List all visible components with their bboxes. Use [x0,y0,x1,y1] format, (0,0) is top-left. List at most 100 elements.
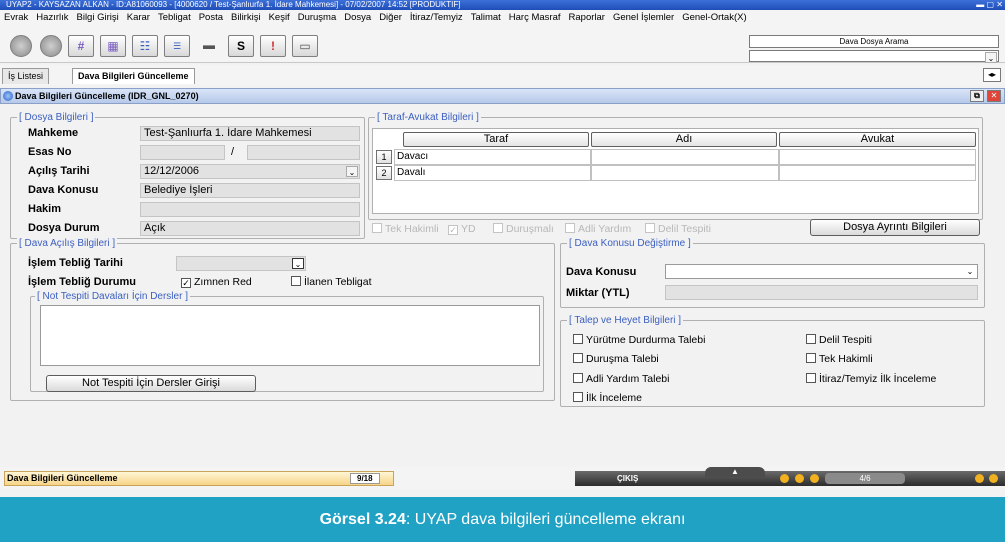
calculator-icon[interactable]: # [68,35,94,57]
navigation-bar: ÇIKIŞ ▲ 4/6 [575,467,1005,486]
degistirme-konu-select[interactable]: ⌄ [665,264,978,279]
esas-number-field[interactable] [247,145,360,160]
checkmark-icon: ✓ [181,278,191,288]
checkbox-icon [565,223,575,233]
exit-button[interactable]: ÇIKIŞ [617,471,638,486]
column-header-adi[interactable]: Adı [591,132,777,147]
tek-hakimli-checkbox[interactable]: Tek Hakimli [372,223,439,235]
esas-separator: / [231,146,235,158]
dosya-durum-field[interactable]: Açık [140,221,360,236]
record-icon[interactable] [10,35,32,57]
ilk-inceleme-checkbox[interactable]: İlk İnceleme [573,392,642,404]
status-page-indicator: 9/18 [350,473,380,484]
folder-icon[interactable]: ▬ [196,35,222,57]
table-cell-adi[interactable] [591,165,779,181]
settings-icon[interactable] [810,474,819,483]
table-cell-adi[interactable] [591,149,779,165]
menu-itiraz-temyiz[interactable]: İtiraz/Temyiz [406,10,467,25]
tab-is-listesi[interactable]: İş Listesi [2,68,50,84]
menu-raporlar[interactable]: Raporlar [565,10,609,25]
itiraz-temyiz-checkbox[interactable]: İtiraz/Temyiz İlk İnceleme [806,373,936,385]
checkbox-icon [372,223,382,233]
menu-karar[interactable]: Karar [123,10,154,25]
menu-diger[interactable]: Diğer [375,10,406,25]
menu-posta[interactable]: Posta [195,10,227,25]
play-icon[interactable] [780,474,789,483]
islem-teblig-durumu-label: İşlem Tebliğ Durumu [28,276,136,288]
ilanen-tebligat-label: İlanen Tebligat [304,276,372,288]
tek-hakimli-label: Tek Hakimli [385,223,439,235]
menu-talimat[interactable]: Talimat [467,10,505,25]
ilanen-tebligat-checkbox[interactable]: İlanen Tebligat [291,276,372,288]
table-cell-avukat[interactable] [779,149,976,165]
window-controls[interactable]: ▬ ▢ ✕ [976,0,1003,10]
miktar-field[interactable] [665,285,978,300]
table-row[interactable]: Davacı [394,149,591,165]
column-header-taraf[interactable]: Taraf [403,132,589,147]
islem-teblig-tarihi-field[interactable]: ⌄ [176,256,306,271]
case-search-box[interactable]: Dava Dosya Arama [749,35,999,48]
status-current-screen[interactable]: Dava Bilgileri Güncelleme 9/18 [4,471,394,486]
esas-year-field[interactable] [140,145,225,160]
menu-genel-islemler[interactable]: Genel İşlemler [609,10,678,25]
next-icon[interactable] [989,474,998,483]
restore-icon[interactable]: ⧉ [970,90,984,102]
menu-harc-masraf[interactable]: Harç Masraf [505,10,565,25]
row-number[interactable]: 1 [376,150,392,164]
arrow-up-icon[interactable]: ▲ [705,467,765,477]
close-icon[interactable]: ✕ [987,90,1001,102]
refresh-icon[interactable] [795,474,804,483]
talep-tek-hakimli-checkbox[interactable]: Tek Hakimli [806,353,873,365]
talep-delil-label: Delil Tespiti [819,334,872,346]
table-row[interactable]: Davalı [394,165,591,181]
table-icon[interactable]: ☷ [132,35,158,57]
case-search-dropdown[interactable]: ⌄ [749,50,999,63]
zimnen-red-checkbox[interactable]: ✓ Zımnen Red [181,276,252,288]
table-cell-avukat[interactable] [779,165,976,181]
dersler-textarea[interactable] [40,305,540,366]
grid-icon[interactable]: ▦ [100,35,126,57]
group-label: [ Taraf-Avukat Bilgileri ] [375,112,481,123]
case-search-label: Dava Dosya Arama [839,37,909,46]
adli-yardim-talebi-label: Adli Yardım Talebi [586,373,670,385]
acilis-tarihi-field[interactable]: 12/12/2006 ⌄ [140,164,360,179]
pager-indicator: 4/6 [825,473,905,484]
alert-icon[interactable]: ! [260,35,286,57]
delil-tespiti-checkbox[interactable]: Delil Tespiti [645,223,711,235]
adli-yardim-checkbox[interactable]: Adli Yardım [565,223,631,235]
menu-kesif[interactable]: Keşif [265,10,294,25]
figure-caption: Görsel 3.24: UYAP dava bilgileri güncell… [0,497,1005,542]
group-label: [ Dava Konusu Değiştirme ] [567,238,693,249]
print-icon[interactable]: ▭ [292,35,318,57]
row-number[interactable]: 2 [376,166,392,180]
dava-konusu-field[interactable]: Belediye İşleri [140,183,360,198]
menu-hazirlik[interactable]: Hazırlık [32,10,72,25]
durusmali-checkbox[interactable]: Duruşmalı [493,223,554,235]
durusma-talebi-checkbox[interactable]: Duruşma Talebi [573,353,659,365]
document-icon[interactable]: ☰ [164,35,190,57]
menu-genel-ortak[interactable]: Genel-Ortak(X) [678,10,750,25]
yurutme-durdurma-checkbox[interactable]: Yürütme Durdurma Talebi [573,334,705,346]
column-header-avukat[interactable]: Avukat [779,132,976,147]
mahkeme-field[interactable]: Test-Şanlıurfa 1. İdare Mahkemesi [140,126,360,141]
save-icon[interactable]: S [228,35,254,57]
dosya-ayrinti-button[interactable]: Dosya Ayrıntı Bilgileri [810,219,980,236]
yd-checkbox[interactable]: ✓ YD [448,223,476,235]
stop-icon[interactable] [40,35,62,57]
prev-icon[interactable] [975,474,984,483]
islem-teblig-tarihi-label: İşlem Tebliğ Tarihi [28,257,123,269]
talep-delil-tespiti-checkbox[interactable]: Delil Tespiti [806,334,872,346]
tab-dava-bilgileri-guncelleme[interactable]: Dava Bilgileri Güncelleme [72,68,195,84]
menu-bilgi-girisi[interactable]: Bilgi Girişi [73,10,123,25]
adli-yardim-talebi-checkbox[interactable]: Adli Yardım Talebi [573,373,669,385]
hakim-field[interactable] [140,202,360,217]
durusmali-label: Duruşmalı [506,223,554,235]
menu-evrak[interactable]: Evrak [0,10,32,25]
menu-dosya[interactable]: Dosya [340,10,375,25]
ders-girisi-button[interactable]: Not Tespiti İçin Dersler Girişi [46,375,256,392]
tab-scroll-arrows-icon[interactable]: ◂▸ [983,68,1001,82]
menu-bilirkisi[interactable]: Bilirkişi [227,10,265,25]
menu-durusma[interactable]: Duruşma [294,10,341,25]
application-screen: UYAP2 - KAYSAZAN ALKAN - ID:A81060093 - … [0,0,1005,497]
menu-tebligat[interactable]: Tebligat [154,10,195,25]
